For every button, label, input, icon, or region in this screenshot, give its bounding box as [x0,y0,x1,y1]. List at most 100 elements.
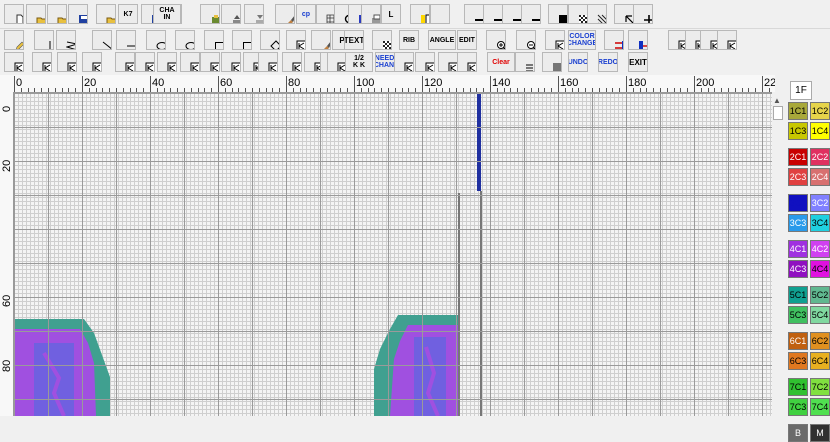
angle-button[interactable]: ANGLE [428,30,456,50]
fill-checker-button[interactable] [568,4,588,24]
print-button[interactable] [361,4,381,24]
color-swatch-3c1[interactable]: 3C1 [788,194,808,212]
stitch-18-button[interactable] [415,52,435,72]
color-bar-button[interactable] [410,4,430,24]
color-swatch-6c3[interactable]: 6C3 [788,352,808,370]
color-swatch-6c2[interactable]: 6C2 [810,332,830,350]
import-button[interactable] [244,4,264,24]
color-swatch-7c1[interactable]: 7C1 [788,378,808,396]
color-swatch-7c4[interactable]: 7C4 [810,398,830,416]
stitch-5-button[interactable] [115,52,135,72]
vertical-scrollbar[interactable]: ▲ [772,92,784,416]
color-swatch-m[interactable]: M [810,424,830,442]
zigzag-button[interactable] [56,30,76,50]
scroll-thumb[interactable] [773,106,783,120]
scroll-up-icon[interactable]: ▲ [773,96,781,105]
cp-button[interactable]: cp [296,4,316,24]
pointer-button[interactable] [614,4,634,24]
color-swatch-5c1[interactable]: 5C1 [788,286,808,304]
half-button[interactable]: 1/2 K K [345,52,373,72]
stitch-17-button[interactable] [394,52,414,72]
color-swatch-4c1[interactable]: 4C1 [788,240,808,258]
edit-button[interactable]: EDIT [457,30,477,50]
color-swatch-7c2[interactable]: 7C2 [810,378,830,396]
open-file-button[interactable] [26,4,46,24]
color-swatch-1c4[interactable]: 1C4 [810,122,830,140]
stitch-9-button[interactable] [200,52,220,72]
stitch-1-button[interactable] [4,52,24,72]
undo-button[interactable]: UNDO [568,52,588,72]
color-swatch-3c2[interactable]: 3C2 [810,194,830,212]
color-swatch-5c3[interactable]: 5C3 [788,306,808,324]
stitch-d-button[interactable] [717,30,737,50]
color-swatch-5c2[interactable]: 5C2 [810,286,830,304]
line-medium-button[interactable] [483,4,503,24]
color-swatch-3c3[interactable]: 3C3 [788,214,808,232]
color-swatch-2c2[interactable]: 2C2 [810,148,830,166]
zoom-out-button[interactable] [516,30,536,50]
text-button[interactable]: TEXT [344,30,364,50]
stitch-16-button[interactable] [327,52,347,72]
color-swatch-5c4[interactable]: 5C4 [810,306,830,324]
stitch-13-button[interactable] [282,52,302,72]
hline-button[interactable] [116,30,136,50]
color-swatch-3c4[interactable]: 3C4 [810,214,830,232]
stitch-2-button[interactable] [32,52,52,72]
export-button[interactable] [221,4,241,24]
stitch-4-button[interactable] [82,52,102,72]
rect-button[interactable] [204,30,224,50]
color-swatch-2c1[interactable]: 2C1 [788,148,808,166]
layers-button[interactable] [200,4,220,24]
diamond-button[interactable] [260,30,280,50]
new-file-button[interactable] [4,4,24,24]
transfer-right-button[interactable] [628,30,648,50]
rib-button[interactable]: RIB [399,30,419,50]
vline-button[interactable] [34,30,54,50]
stitch-3-button[interactable] [57,52,77,72]
line-color-button[interactable] [430,4,450,24]
rows-button[interactable] [515,52,535,72]
grid-button[interactable] [316,4,336,24]
fill-pattern-button[interactable] [587,4,607,24]
exit-button[interactable]: EXIT [628,52,648,72]
color-swatch-4c4[interactable]: 4C4 [810,260,830,278]
color-change-button[interactable]: COLOR CHANGE [568,30,596,50]
stitch-19-button[interactable] [438,52,458,72]
open-file-2-button[interactable] [47,4,67,24]
color-swatch-4c2[interactable]: 4C2 [810,240,830,258]
rect-fill-button[interactable] [232,30,252,50]
line-thin-button[interactable] [464,4,484,24]
stitch-10-button[interactable] [221,52,241,72]
transfer-left-button[interactable] [604,30,624,50]
color-swatch-6c1[interactable]: 6C1 [788,332,808,350]
color-swatch-1c3[interactable]: 1C3 [788,122,808,140]
cols-button[interactable] [542,52,562,72]
ellipse-button[interactable] [146,30,166,50]
color-swatch-2c3[interactable]: 2C3 [788,168,808,186]
color-swatch-2c4[interactable]: 2C4 [810,168,830,186]
copy-style-button[interactable] [275,4,295,24]
k7-button[interactable]: K7 [118,4,138,24]
color-swatch-7c3[interactable]: 7C3 [788,398,808,416]
stitch-edit-button[interactable] [286,30,306,50]
color-swatch-4c3[interactable]: 4C3 [788,260,808,278]
color-swatch-1c2[interactable]: 1C2 [810,102,830,120]
crosshair-button[interactable] [633,4,653,24]
color-swatch-1c1[interactable]: 1C1 [788,102,808,120]
save-button[interactable] [68,4,88,24]
stitch-20-button[interactable] [457,52,477,72]
open-folder-button[interactable] [96,4,116,24]
l-button[interactable]: L [381,4,401,24]
chain-button[interactable]: CHA IN [153,4,181,24]
redo-button[interactable]: REDO [598,52,618,72]
knit-chart-canvas[interactable] [14,93,775,416]
stitch-8-button[interactable] [180,52,200,72]
stitch-7-button[interactable] [157,52,177,72]
ellipse-fill-button[interactable] [175,30,195,50]
color-swatch-b[interactable]: B [788,424,808,442]
floor-button[interactable]: 1F [790,81,812,100]
fill-solid-button[interactable] [548,4,568,24]
stitch-6-button[interactable] [135,52,155,72]
region-button[interactable] [545,30,565,50]
zoom-in-button[interactable] [486,30,506,50]
